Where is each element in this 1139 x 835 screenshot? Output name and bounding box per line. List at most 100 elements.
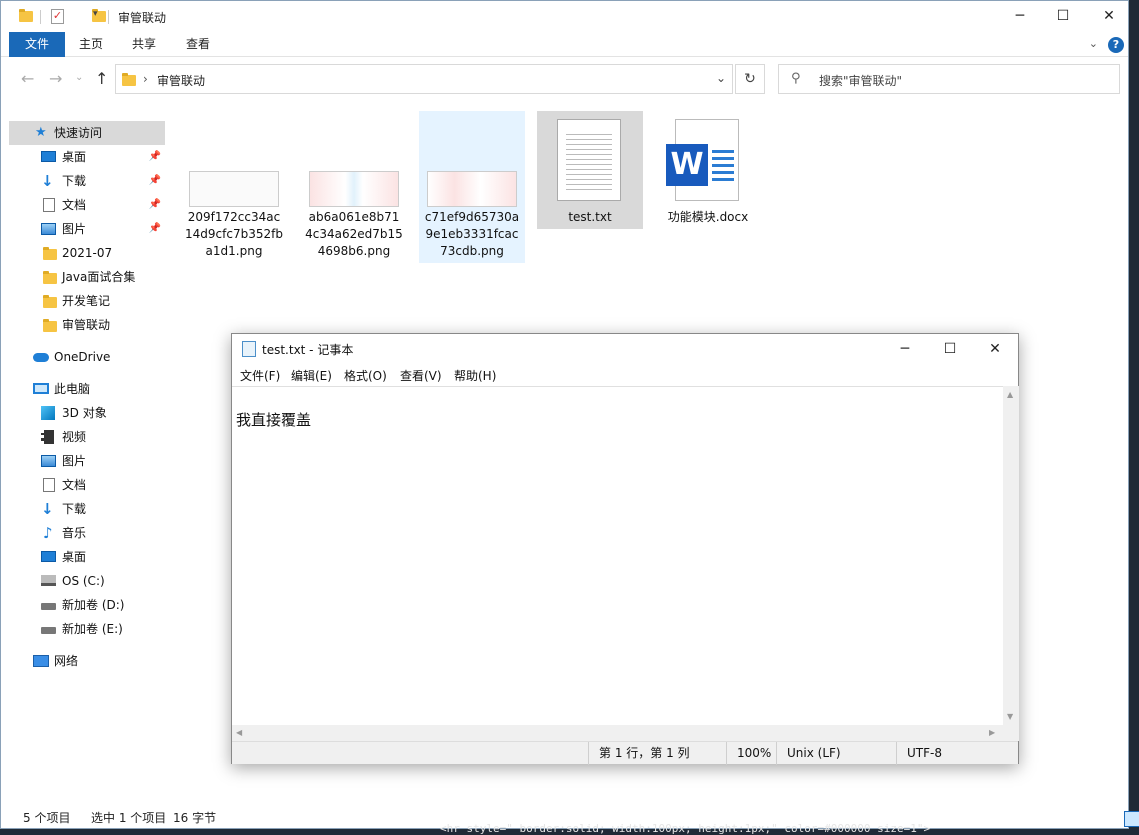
menu-file[interactable]: 文件(F) xyxy=(240,367,280,384)
back-icon[interactable]: ← xyxy=(21,69,34,88)
sidebar-item-music[interactable]: ♪ 音乐 xyxy=(9,521,165,545)
image-thumbnail xyxy=(189,171,279,207)
address-bar[interactable]: › 审管联动 ⌄ xyxy=(115,64,733,94)
sidebar-item-this-pc[interactable]: 此电脑 xyxy=(9,377,165,401)
menu-help[interactable]: 帮助(H) xyxy=(454,367,496,384)
sidebar-item-pc-desktop[interactable]: 桌面 xyxy=(9,545,165,569)
sidebar-item-label: OneDrive xyxy=(54,350,111,364)
sidebar-item-drive-d[interactable]: 新加卷 (D:) xyxy=(9,593,165,617)
large-icons-view-icon[interactable] xyxy=(1124,811,1139,827)
menu-edit[interactable]: 编辑(E) xyxy=(291,367,332,384)
sidebar-item-label: 快速访问 xyxy=(54,126,103,140)
document-lines xyxy=(712,150,734,182)
pin-icon[interactable]: 📌 xyxy=(149,145,161,169)
scroll-right-icon[interactable]: ▶ xyxy=(989,728,995,737)
sidebar-item-drive-c[interactable]: OS (C:) xyxy=(9,569,165,593)
sidebar-item-label: 文档 xyxy=(62,198,87,212)
maximize-button[interactable]: ☐ xyxy=(927,334,973,364)
quick-access-dropdown-icon[interactable]: ▾ xyxy=(93,9,98,25)
scroll-up-icon[interactable]: ▲ xyxy=(1007,390,1013,399)
sidebar-item-label: 文档 xyxy=(62,478,87,492)
sidebar-item-folder-java[interactable]: Java面试合集 xyxy=(9,265,165,289)
pin-icon[interactable]: 📌 xyxy=(149,169,161,193)
address-bar-row: ← → ⌄ ↑ › 审管联动 ⌄ ↻ ⚲ 搜索"审管联动" xyxy=(1,58,1128,100)
file-item[interactable]: ab6a061e8b714c34a62ed7b154698b6.png xyxy=(301,111,407,263)
document-icon xyxy=(43,478,55,492)
word-logo-icon: W xyxy=(666,144,708,186)
pin-icon[interactable]: 📌 xyxy=(149,217,161,241)
cloud-icon xyxy=(33,353,49,362)
close-button[interactable]: ✕ xyxy=(972,334,1018,364)
folder-icon xyxy=(43,319,57,332)
sidebar-item-documents[interactable]: 文档 📌 xyxy=(9,193,165,217)
help-icon[interactable]: ? xyxy=(1108,37,1124,53)
navigation-pane: ★ 快速访问 桌面 📌 ↓ 下载 📌 文档 📌 图片 📌 2021-07 Jav… xyxy=(1,111,165,801)
sidebar-item-label: 3D 对象 xyxy=(62,406,107,420)
sidebar-item-onedrive[interactable]: OneDrive xyxy=(9,345,165,369)
file-name: test.txt xyxy=(568,210,612,224)
sidebar-item-label: 新加卷 (D:) xyxy=(62,598,125,612)
sidebar-item-pc-documents[interactable]: 文档 xyxy=(9,473,165,497)
sidebar-item-3d-objects[interactable]: 3D 对象 xyxy=(9,401,165,425)
sidebar-item-folder-dev-notes[interactable]: 开发笔记 xyxy=(9,289,165,313)
forward-icon[interactable]: → xyxy=(49,69,62,88)
scroll-left-icon[interactable]: ◀ xyxy=(236,728,242,737)
sidebar-item-pictures[interactable]: 图片 📌 xyxy=(9,217,165,241)
sidebar-item-downloads[interactable]: ↓ 下载 📌 xyxy=(9,169,165,193)
horizontal-scrollbar[interactable]: ◀ ▶ xyxy=(232,725,1003,741)
tab-file[interactable]: 文件 xyxy=(9,32,65,57)
sidebar-item-pc-downloads[interactable]: ↓ 下载 xyxy=(9,497,165,521)
drive-icon xyxy=(41,627,56,634)
sidebar-item-label: 新加卷 (E:) xyxy=(62,622,123,636)
menu-format[interactable]: 格式(O) xyxy=(344,367,387,384)
scroll-down-icon[interactable]: ▼ xyxy=(1007,712,1013,721)
up-icon[interactable]: ↑ xyxy=(95,69,108,88)
sidebar-item-pc-pictures[interactable]: 图片 xyxy=(9,449,165,473)
editor-content[interactable]: 我直接覆盖 xyxy=(236,409,311,430)
text-editor[interactable]: 我直接覆盖 xyxy=(232,386,1003,725)
chevron-down-icon[interactable]: ⌄ xyxy=(716,71,726,85)
selection-size: 16 字节 xyxy=(173,811,217,825)
file-item[interactable]: c71ef9d65730a9e1eb3331fcac73cdb.png xyxy=(419,111,525,263)
vertical-scrollbar[interactable]: ▲ ▼ xyxy=(1003,386,1019,725)
file-item[interactable]: W 功能模块.docx xyxy=(655,111,761,229)
title-bar: ✓ ▾ 审管联动 ─ ☐ ✕ xyxy=(1,1,1128,32)
minimize-button[interactable]: ─ xyxy=(882,334,928,364)
sidebar-item-label: 下载 xyxy=(62,502,87,516)
tab-share[interactable]: 共享 xyxy=(123,32,165,57)
search-input[interactable]: ⚲ 搜索"审管联动" xyxy=(778,64,1120,94)
refresh-button[interactable]: ↻ xyxy=(735,64,765,94)
sidebar-item-label: 音乐 xyxy=(62,526,87,540)
sidebar-item-network[interactable]: 网络 xyxy=(9,649,165,673)
sidebar-item-quick-access[interactable]: ★ 快速访问 xyxy=(9,121,165,145)
close-button[interactable]: ✕ xyxy=(1086,1,1132,32)
sidebar-item-label: 图片 xyxy=(62,454,87,468)
file-item[interactable]: 209f172cc34ac14d9cfc7b352fba1d1.png xyxy=(181,111,287,263)
sidebar-item-label: 审管联动 xyxy=(62,318,111,332)
tab-home[interactable]: 主页 xyxy=(71,32,111,57)
music-icon: ♪ xyxy=(43,524,53,542)
notepad-title: test.txt - 记事本 xyxy=(262,343,354,357)
divider xyxy=(108,10,109,24)
chevron-right-icon[interactable]: › xyxy=(143,72,148,86)
sidebar-item-desktop[interactable]: 桌面 📌 xyxy=(9,145,165,169)
sidebar-item-videos[interactable]: 视频 xyxy=(9,425,165,449)
minimize-button[interactable]: ─ xyxy=(997,1,1043,32)
window-title: 审管联动 xyxy=(118,11,167,25)
sidebar-item-label: OS (C:) xyxy=(62,574,105,588)
maximize-button[interactable]: ☐ xyxy=(1040,1,1086,32)
sidebar-item-folder-current[interactable]: 审管联动 xyxy=(9,313,165,337)
properties-icon[interactable]: ✓ xyxy=(51,9,64,24)
menu-view[interactable]: 查看(V) xyxy=(400,367,442,384)
sidebar-item-folder-2021-07[interactable]: 2021-07 xyxy=(9,241,165,265)
collapse-ribbon-icon[interactable]: ⌄ xyxy=(1089,37,1098,50)
sidebar-item-drive-e[interactable]: 新加卷 (E:) xyxy=(9,617,165,641)
file-item-selected[interactable]: test.txt xyxy=(537,111,643,229)
sidebar-item-label: 开发笔记 xyxy=(62,294,111,308)
breadcrumb[interactable]: 审管联动 xyxy=(157,72,205,89)
tab-view[interactable]: 查看 xyxy=(177,32,219,57)
folder-icon xyxy=(122,73,136,86)
sidebar-item-label: 桌面 xyxy=(62,550,87,564)
recent-dropdown-icon[interactable]: ⌄ xyxy=(75,72,83,83)
pin-icon[interactable]: 📌 xyxy=(149,193,161,217)
